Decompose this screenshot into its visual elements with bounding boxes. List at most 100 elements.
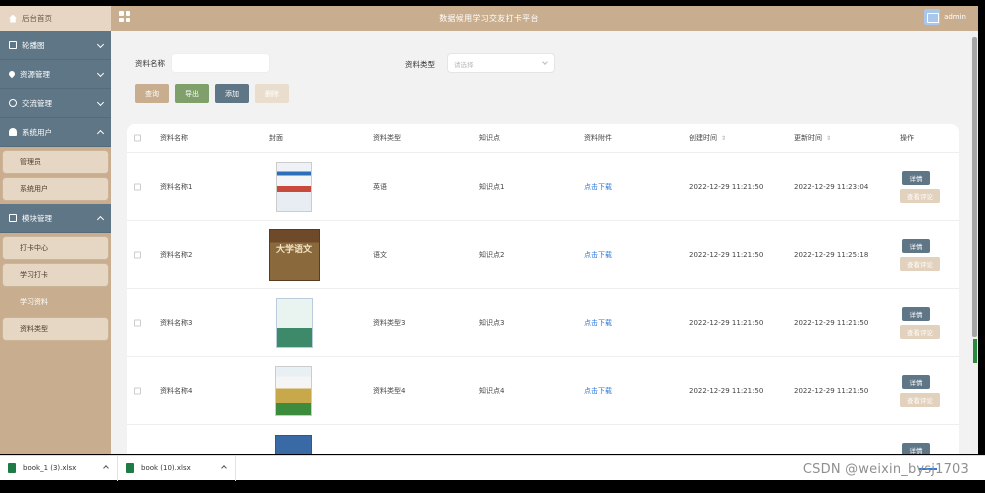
app-window: 后台首页 数据候用学习交友打卡平台 admin 轮播图 资源管理 交流管理 系统… [0,6,978,454]
row-updated: 2022-12-29 11:21:50 [794,318,869,327]
row-updated: 2022-12-29 11:23:04 [794,182,869,191]
row-created: 2022-12-29 11:21:50 [689,318,764,327]
chevron-up-icon[interactable] [221,464,227,471]
detail-button[interactable]: 详情 [902,443,930,454]
view-comments-button[interactable]: 查看评论 [900,257,940,271]
main-content: 资料名称 资料类型 请选择 查询 导出 添加 删除 资料名称 封面 资料类型 知… [111,31,971,454]
sort-icon: ⇕ [721,135,727,142]
detail-button[interactable]: 详情 [902,239,930,253]
type-filter-select[interactable]: 请选择 [447,53,555,73]
image-icon [9,41,17,49]
download-item[interactable]: book (10).xlsx [118,455,236,481]
download-filename: book (10).xlsx [141,464,191,472]
row-type: 资料类型4 [373,386,406,395]
chevron-up-icon [96,129,105,138]
scrollbar-thumb[interactable] [972,37,977,337]
action-toolbar: 查询 导出 添加 删除 [135,84,289,103]
cover-image [275,365,312,416]
col-name: 资料名称 [160,134,188,142]
pin-icon [7,69,17,79]
system-title: 数据候用学习交友打卡平台 [439,14,539,23]
download-filename: book_1 (3).xlsx [23,464,77,472]
row-checkbox[interactable] [134,251,141,258]
detail-button[interactable]: 详情 [902,171,930,185]
row-created: 2022-12-29 11:21:50 [689,250,764,259]
table-header: 资料名称 封面 资料类型 知识点 资料附件 创建时间 ⇕ 更新时间 ⇕ 操作 [127,124,959,153]
name-filter: 资料名称 [135,53,270,73]
download-link[interactable]: 点击下载 [584,250,612,260]
csdn-watermark: CSDN @weixin_bysj1703 [802,462,969,477]
col-updated[interactable]: 更新时间 ⇕ [794,133,831,143]
delete-button[interactable]: 删除 [255,84,289,103]
row-updated: 2022-12-29 11:21:50 [794,386,869,395]
sidebar-group-label: 资源管理 [20,69,50,79]
sidebar-group-label: 系统用户 [22,127,52,137]
sidebar-group-system-users[interactable]: 系统用户 [0,118,111,147]
chevron-down-icon [96,69,105,78]
scroll-marker [973,339,977,363]
table-row: 资料名称4 资料类型4 知识点4 点击下载 2022-12-29 11:21:5… [127,357,959,425]
add-button[interactable]: 添加 [215,84,249,103]
chevron-up-icon [96,215,105,224]
col-created-label: 创建时间 [689,134,717,142]
row-type: 资料类型3 [373,318,406,327]
username: admin [944,13,966,21]
col-attachment: 资料附件 [584,134,612,142]
chevron-up-icon[interactable] [103,464,109,471]
view-comments-button[interactable]: 查看评论 [900,189,940,203]
search-button[interactable]: 查询 [135,84,169,103]
sidebar-item-system-user[interactable]: 系统用户 [2,177,109,201]
download-item[interactable]: book_1 (3).xlsx [0,455,118,481]
row-point: 知识点2 [479,250,505,259]
row-point: 知识点3 [479,318,505,327]
row-checkbox[interactable] [134,183,141,190]
cover-image: 大学语文 [269,228,320,281]
view-comments-button[interactable]: 查看评论 [900,325,940,339]
excel-file-icon [8,463,16,473]
detail-button[interactable]: 详情 [902,375,930,389]
sidebar-item-material-types[interactable]: 资料类型 [2,317,109,341]
view-comments-button[interactable]: 查看评论 [900,393,940,407]
table-row: 资料名称1 英语 知识点1 点击下载 2022-12-29 11:21:50 2… [127,153,959,221]
detail-button[interactable]: 详情 [902,307,930,321]
row-checkbox[interactable] [134,387,141,394]
vertical-scrollbar[interactable] [971,31,978,454]
chevron-down-icon [96,98,105,107]
download-link[interactable]: 点击下载 [584,386,612,396]
cover-title: 大学语文 [276,244,313,255]
chevron-down-icon [542,59,548,65]
col-created[interactable]: 创建时间 ⇕ [689,133,726,143]
row-created: 2022-12-29 11:21:50 [689,182,764,191]
sidebar-item-admin[interactable]: 管理员 [2,150,109,174]
cover-image [275,435,312,454]
row-checkbox[interactable] [134,319,141,326]
table-row: 资料名称3 资料类型3 知识点3 点击下载 2022-12-29 11:21:5… [127,289,959,357]
row-type: 语文 [373,250,387,259]
cover-image [276,297,313,348]
sidebar-item-study-materials[interactable]: 学习资料 [2,290,109,314]
sidebar-item-study-checkin[interactable]: 学习打卡 [2,263,109,287]
sidebar-group-modules[interactable]: 模块管理 [0,204,111,233]
sidebar-group-resource[interactable]: 资源管理 [0,60,111,89]
type-filter-label: 资料类型 [405,60,435,69]
row-point: 知识点1 [479,182,505,191]
row-created: 2022-12-29 11:21:50 [689,386,764,395]
row-updated: 2022-12-29 11:25:18 [794,250,869,259]
sidebar-item-checkin-center[interactable]: 打卡中心 [2,236,109,260]
materials-table: 资料名称 封面 资料类型 知识点 资料附件 创建时间 ⇕ 更新时间 ⇕ 操作 资料名… [127,124,959,454]
user-menu[interactable]: admin [924,9,966,25]
sidebar-group-label: 交流管理 [22,98,52,108]
chat-icon [9,99,17,107]
type-filter-placeholder: 请选择 [454,61,474,69]
name-filter-label: 资料名称 [135,58,165,68]
download-link[interactable]: 点击下载 [584,318,612,328]
select-all-checkbox[interactable] [134,134,141,142]
sidebar-group-exchange[interactable]: 交流管理 [0,89,111,118]
chevron-down-icon [96,40,105,49]
export-button[interactable]: 导出 [175,84,209,103]
sidebar-group-carousel[interactable]: 轮播图 [0,31,111,60]
table-row: 资料名称2 大学语文 语文 知识点2 点击下载 2022-12-29 11:21… [127,221,959,289]
download-link[interactable]: 点击下载 [584,182,612,192]
name-filter-input[interactable] [171,53,270,73]
row-name: 资料名称3 [160,318,193,327]
